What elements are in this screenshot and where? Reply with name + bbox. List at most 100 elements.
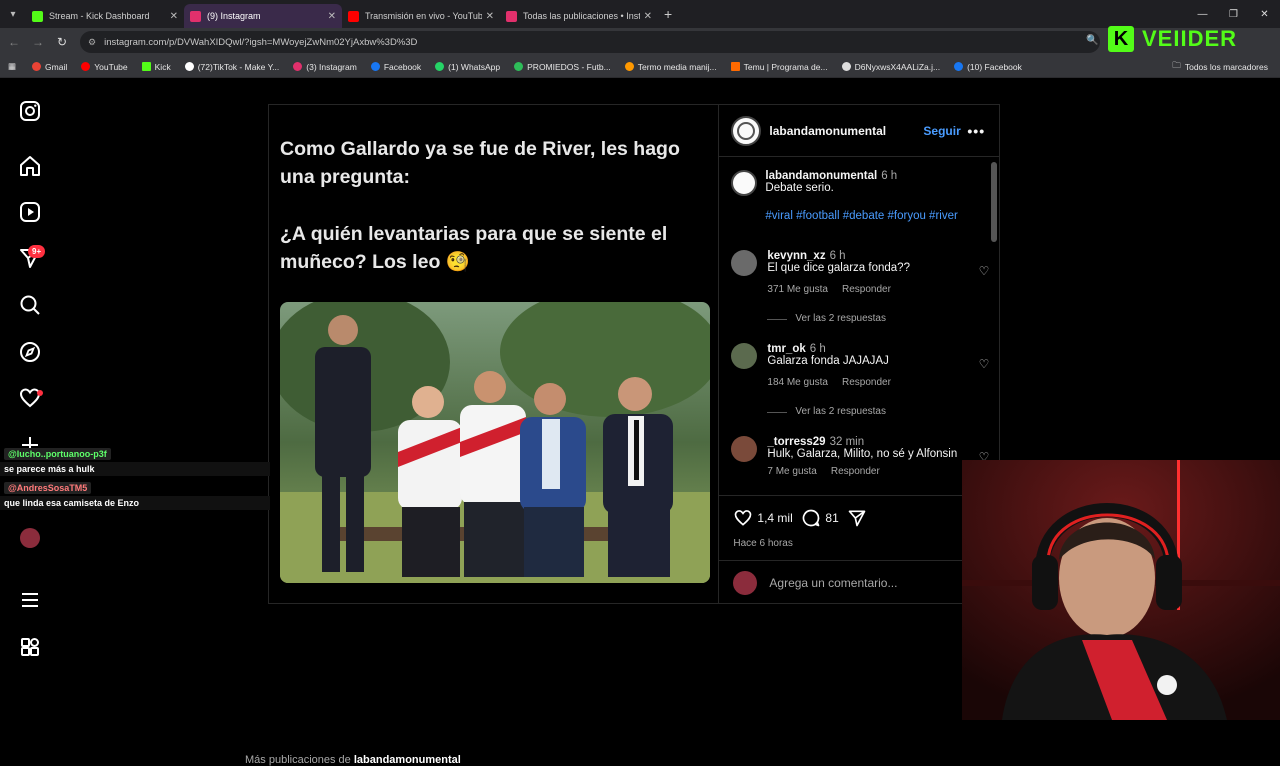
tab-label: (9) Instagram: [207, 11, 261, 21]
window-controls: — ❐ ✕: [1187, 0, 1280, 28]
author-avatar[interactable]: [731, 115, 762, 146]
all-bookmarks-folder[interactable]: 🗀 Todos los marcadores: [1172, 60, 1268, 74]
tab-instagram[interactable]: (9) Instagram ✕: [184, 4, 342, 28]
home-icon[interactable]: [18, 154, 42, 178]
forward-icon[interactable]: →: [26, 35, 50, 49]
reply-button[interactable]: Responder: [831, 466, 880, 477]
tab-instagram-posts[interactable]: Todas las publicaciones • Instag ✕: [500, 4, 658, 28]
search-icon[interactable]: [18, 293, 42, 317]
post-time: Hace 6 horas: [733, 538, 793, 549]
new-tab-button[interactable]: +: [664, 6, 672, 22]
commenter-avatar[interactable]: [731, 250, 758, 276]
reply-button[interactable]: Responder: [842, 284, 891, 295]
bookmark-termo[interactable]: Termo media manij...: [624, 62, 717, 72]
bookmark-kick[interactable]: Kick: [141, 62, 171, 72]
kick-favicon-icon: [32, 10, 43, 22]
kick-logo-icon: K: [1108, 26, 1134, 52]
comment-button[interactable]: 81: [801, 508, 839, 528]
reload-icon[interactable]: ↻: [50, 35, 74, 49]
facebook-icon: [954, 62, 964, 71]
bookmark-whatsapp[interactable]: (1) WhatsApp: [435, 62, 500, 72]
chat-username: @lucho..portuanoo-p3f: [4, 448, 111, 460]
add-comment-placeholder: Agrega un comentario...: [769, 575, 898, 590]
view-replies-button[interactable]: Ver las 2 respuestas: [767, 313, 981, 324]
instagram-favicon-icon: [190, 10, 201, 22]
reels-icon[interactable]: [18, 200, 42, 224]
comment-likes[interactable]: 371 Me gusta: [767, 284, 828, 295]
like-comment-icon[interactable]: ♡: [979, 264, 990, 278]
comment-username[interactable]: tmr_ok: [767, 343, 805, 355]
author-username[interactable]: labandamonumental: [769, 124, 886, 138]
like-button[interactable]: 1,4 mil: [733, 508, 793, 528]
likes-count: 1,4 mil: [757, 511, 793, 525]
more-options-icon[interactable]: •••: [967, 123, 985, 139]
temu-icon: [730, 62, 740, 71]
back-icon[interactable]: ←: [2, 35, 26, 49]
bookmark-x-image[interactable]: D6NyxwsX4AALiZa.j...: [841, 62, 940, 72]
explore-icon[interactable]: [18, 340, 42, 364]
caption: labandamonumental 6 h Debate serio. #vira…: [731, 170, 981, 222]
x-icon: [841, 62, 851, 71]
more-apps-icon[interactable]: [18, 635, 42, 659]
close-tab-icon[interactable]: ✕: [486, 11, 494, 22]
tab-youtube-live[interactable]: Transmisión en vivo - YouTube ✕: [342, 4, 500, 28]
share-icon: [849, 510, 866, 527]
comment-text: El que dice galarza fonda??: [767, 262, 910, 274]
close-tab-icon[interactable]: ✕: [644, 11, 652, 22]
caption-username[interactable]: labandamonumental: [765, 170, 877, 182]
url-text: instagram.com/p/DVWahXIDQwl/?igsh=MWoyej…: [104, 36, 418, 48]
comment-username[interactable]: _torress29: [767, 436, 825, 448]
tab-kick-dashboard[interactable]: Stream - Kick Dashboard ✕: [26, 4, 184, 28]
bookmark-facebook[interactable]: Facebook: [370, 62, 421, 72]
instagram-logo-icon[interactable]: [18, 99, 42, 123]
post-photo[interactable]: [280, 302, 710, 583]
youtube-favicon-icon: [348, 10, 359, 22]
url-input[interactable]: ⚙ instagram.com/p/DVWahXIDQwl/?igsh=MWoy…: [80, 31, 1100, 53]
share-button[interactable]: [847, 508, 871, 528]
comment-likes[interactable]: 7 Me gusta: [767, 466, 816, 477]
comment-likes[interactable]: 184 Me gusta: [767, 377, 828, 388]
bookmark-promiedos[interactable]: PROMIEDOS - Futb...: [514, 62, 611, 72]
view-replies-button[interactable]: Ver las 2 respuestas: [767, 406, 981, 417]
bookmark-tiktok[interactable]: (72)TikTok - Make Y...: [184, 62, 279, 72]
caption-avatar[interactable]: [731, 170, 758, 196]
chat-message: se parece más a hulk: [0, 462, 270, 476]
close-window-icon[interactable]: ✕: [1249, 0, 1280, 28]
bookmark-temu[interactable]: Temu | Programa de...: [730, 62, 828, 72]
zoom-icon[interactable]: 🔍: [1086, 35, 1098, 46]
post-actions: 1,4 mil 81 Hace 6 horas Agrega un coment…: [719, 495, 1000, 604]
follow-button[interactable]: Seguir: [923, 124, 960, 138]
caption-hashtags[interactable]: #viral #football #debate #foryou #river: [765, 210, 981, 222]
close-tab-icon[interactable]: ✕: [328, 11, 336, 22]
commenter-avatar[interactable]: [731, 436, 758, 462]
site-info-icon[interactable]: ⚙: [88, 37, 96, 48]
messages-badge: 9+: [28, 245, 46, 258]
bookmarks-bar: ▦ Gmail YouTube Kick (72)TikTok - Make Y…: [0, 56, 1280, 78]
my-avatar: [733, 570, 758, 595]
like-comment-icon[interactable]: ♡: [979, 357, 990, 371]
reply-button[interactable]: Responder: [842, 377, 891, 388]
meme-text-line1: Como Gallardo ya se fue de River, les ha…: [280, 138, 680, 188]
post-header: labandamonumental Seguir •••: [719, 105, 1000, 157]
comment-username[interactable]: kevynn_xz: [767, 250, 825, 262]
bookmark-youtube[interactable]: YouTube: [81, 62, 128, 72]
instagram-favicon-icon: [506, 10, 517, 22]
bookmark-gmail[interactable]: Gmail: [32, 62, 67, 72]
caption-text: Debate serio.: [765, 182, 834, 194]
tab-search-icon[interactable]: ▾: [0, 0, 26, 28]
bookmark-facebook-2[interactable]: (10) Facebook: [954, 62, 1022, 72]
add-comment-field[interactable]: Agrega un comentario...: [719, 560, 1000, 604]
minimize-icon[interactable]: —: [1187, 0, 1218, 28]
maximize-icon[interactable]: ❐: [1218, 0, 1249, 28]
kick-icon: [141, 62, 151, 71]
bookmark-instagram[interactable]: (3) Instagram: [293, 62, 357, 72]
kick-overlay-logo: K VEIIDER: [1108, 26, 1237, 52]
comments-scrollbar[interactable]: [991, 162, 998, 242]
chat-username: @AndresSosaTM5: [4, 482, 92, 494]
comment-item: _torress29 32 min Hulk, Galarza, Milito, …: [731, 436, 989, 477]
commenter-avatar[interactable]: [731, 343, 758, 369]
close-tab-icon[interactable]: ✕: [170, 11, 178, 22]
menu-hamburger-icon[interactable]: [18, 588, 42, 612]
profile-avatar[interactable]: [20, 528, 40, 548]
apps-grid-icon[interactable]: ▦: [8, 61, 16, 72]
